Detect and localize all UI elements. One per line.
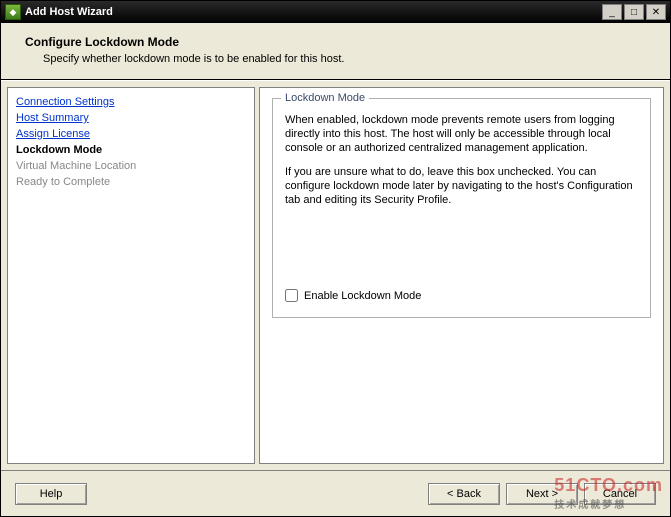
- app-icon: ◆: [5, 4, 21, 20]
- lockdown-mode-group: Lockdown Mode When enabled, lockdown mod…: [272, 98, 651, 318]
- enable-lockdown-checkbox[interactable]: [285, 289, 298, 302]
- step-host-summary[interactable]: Host Summary: [16, 110, 246, 126]
- maximize-button[interactable]: □: [624, 4, 644, 20]
- close-button[interactable]: ✕: [646, 4, 666, 20]
- step-assign-license[interactable]: Assign License: [16, 126, 246, 142]
- group-legend: Lockdown Mode: [281, 92, 369, 104]
- lockdown-description-1: When enabled, lockdown mode prevents rem…: [285, 113, 638, 155]
- step-lockdown-mode: Lockdown Mode: [16, 142, 246, 158]
- step-connection-settings[interactable]: Connection Settings: [16, 94, 246, 110]
- wizard-body: Connection Settings Host Summary Assign …: [1, 80, 670, 470]
- help-button[interactable]: Help: [15, 483, 87, 505]
- enable-lockdown-label[interactable]: Enable Lockdown Mode: [304, 290, 421, 302]
- wizard-steps-sidebar: Connection Settings Host Summary Assign …: [7, 87, 255, 464]
- minimize-button[interactable]: _: [602, 4, 622, 20]
- page-title: Configure Lockdown Mode: [25, 35, 646, 49]
- wizard-footer: Help < Back Next > Cancel: [1, 470, 670, 516]
- window-title: Add Host Wizard: [25, 6, 602, 18]
- back-button[interactable]: < Back: [428, 483, 500, 505]
- lockdown-description-2: If you are unsure what to do, leave this…: [285, 165, 638, 207]
- step-ready-complete: Ready to Complete: [16, 174, 246, 190]
- wizard-main-panel: Lockdown Mode When enabled, lockdown mod…: [259, 87, 664, 464]
- wizard-window: ◆ Add Host Wizard _ □ ✕ Configure Lockdo…: [0, 0, 671, 517]
- step-vm-location: Virtual Machine Location: [16, 158, 246, 174]
- wizard-header: Configure Lockdown Mode Specify whether …: [1, 23, 670, 80]
- titlebar: ◆ Add Host Wizard _ □ ✕: [1, 1, 670, 23]
- next-button[interactable]: Next >: [506, 483, 578, 505]
- page-subtitle: Specify whether lockdown mode is to be e…: [25, 53, 646, 65]
- cancel-button[interactable]: Cancel: [584, 483, 656, 505]
